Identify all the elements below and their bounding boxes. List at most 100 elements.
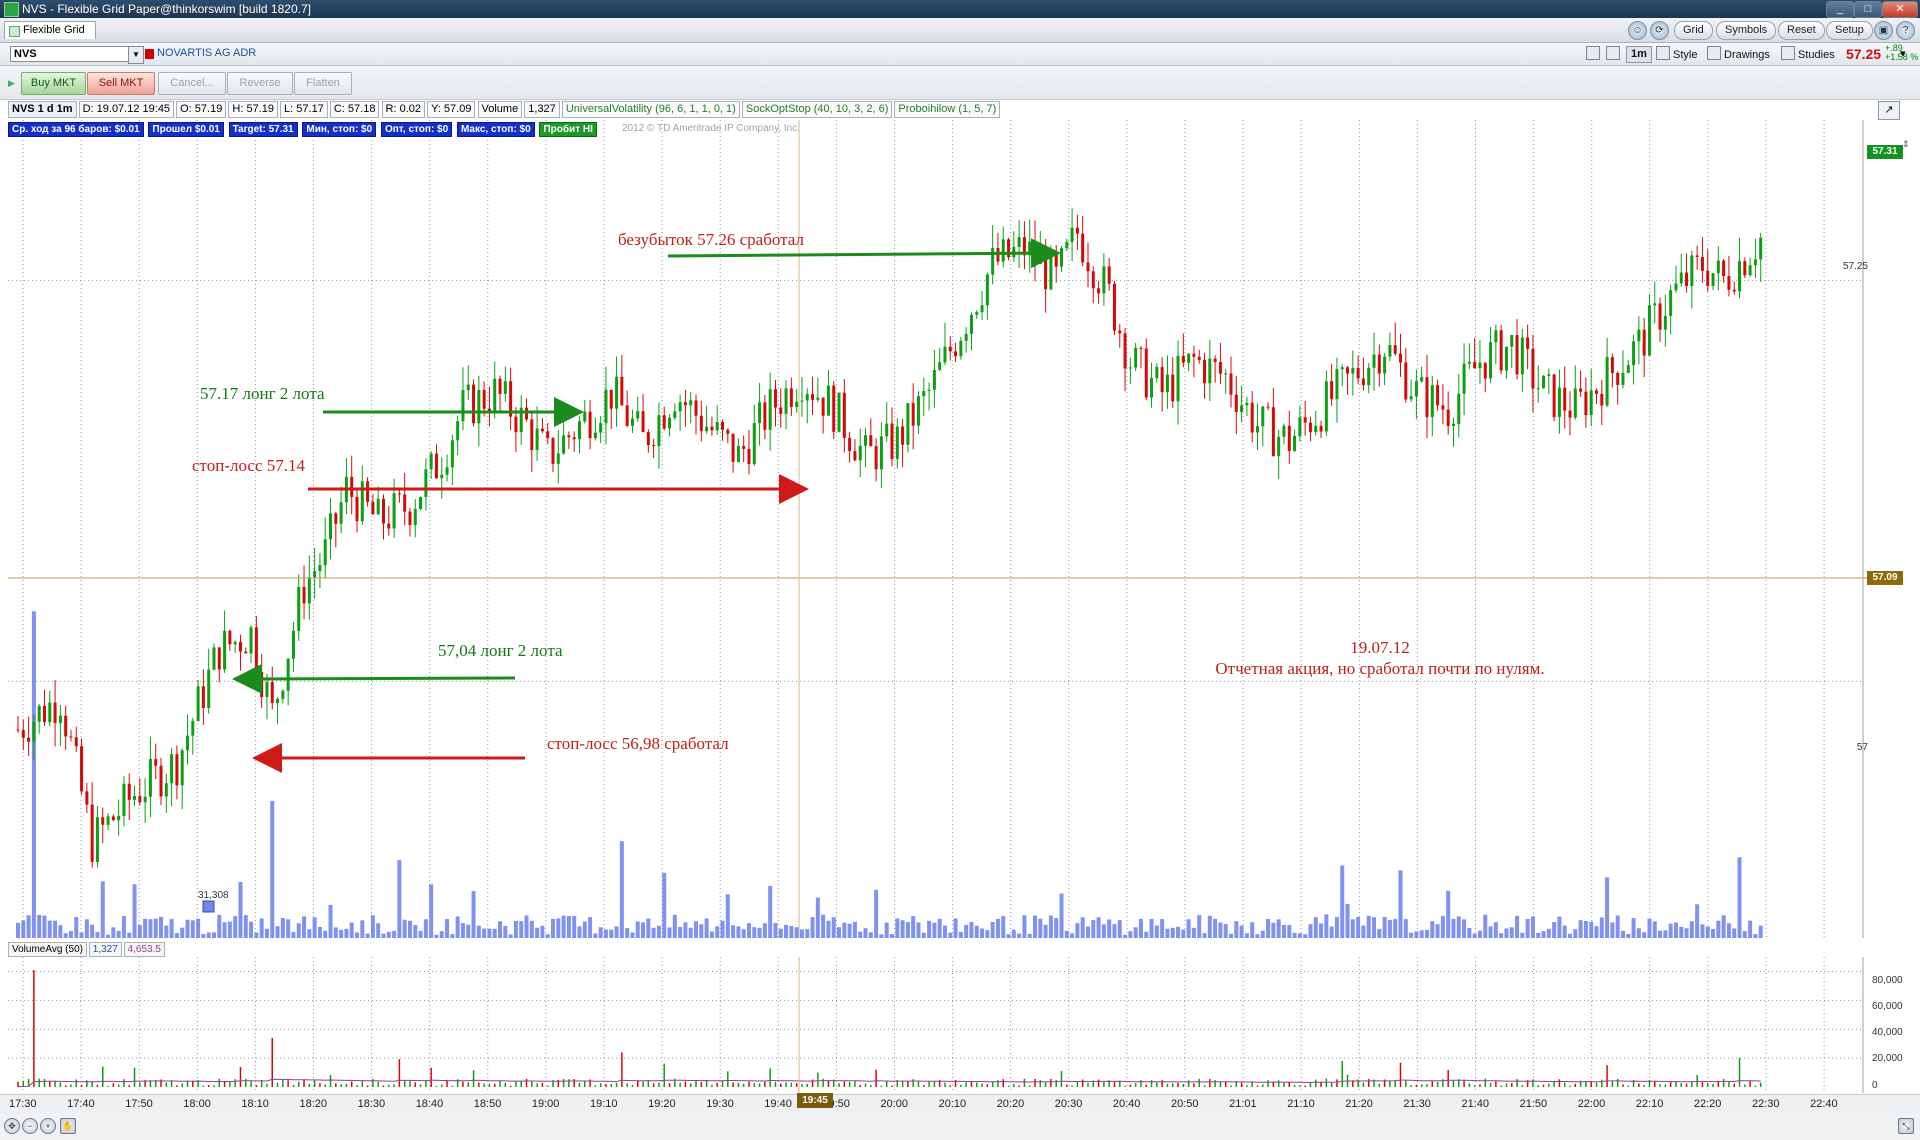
symbols-button[interactable]: Symbols — [1716, 21, 1777, 40]
volume-bar — [111, 927, 116, 938]
window-title: NVS - Flexible Grid Paper@thinkorswim [b… — [22, 2, 311, 16]
volume-bar — [704, 918, 709, 938]
candle-body — [1261, 406, 1265, 427]
price-chart[interactable]: 57.25 57 31,308 — [8, 120, 1868, 938]
candle-body — [403, 494, 407, 512]
annotation-stop1: стоп-лосс 57.14 — [192, 456, 306, 475]
volume-bar — [1292, 932, 1297, 938]
minimize-button[interactable]: _ — [1826, 1, 1854, 18]
volume-bar — [1525, 919, 1530, 938]
candle-body — [1187, 353, 1191, 363]
volume-bar — [1239, 925, 1244, 938]
setup-button[interactable]: Setup — [1826, 21, 1873, 40]
candle-body — [64, 715, 68, 737]
sell-mkt-button[interactable]: Sell MKT — [87, 72, 155, 95]
candle-body — [1700, 257, 1704, 271]
candle-body — [938, 362, 942, 370]
volume-bar — [609, 929, 614, 938]
volume-bar — [47, 920, 52, 938]
candle-body — [710, 426, 714, 431]
close-button[interactable]: ✕ — [1882, 1, 1918, 18]
candle-body — [901, 426, 905, 445]
candle-body — [1075, 227, 1079, 234]
crosshair-tool-icon[interactable] — [1586, 46, 1603, 61]
time-label: 22:20 — [1693, 1098, 1722, 1110]
volume-bar — [1255, 934, 1260, 938]
volume-bar — [1711, 929, 1716, 938]
expand-icon[interactable]: ⤡ — [1898, 1118, 1914, 1134]
candle-body — [1160, 367, 1164, 393]
candle-body — [1589, 390, 1593, 416]
study-proboihilow[interactable]: Proboihilow (1, 5, 7) — [894, 101, 1001, 118]
hand-icon[interactable]: ✋ — [60, 1118, 76, 1134]
drawings-button[interactable]: Drawings — [1707, 46, 1770, 61]
candle-body — [456, 421, 460, 441]
grid-button[interactable]: Grid — [1674, 21, 1713, 40]
candle-body — [832, 385, 836, 432]
user-icon[interactable]: ☺ — [1628, 21, 1647, 40]
volume-bar — [407, 920, 412, 938]
candle-body — [1616, 372, 1620, 385]
volume-bar — [466, 924, 471, 938]
help-icon[interactable]: ? — [1896, 21, 1915, 40]
menu-icon[interactable]: ▾ — [1900, 47, 1906, 62]
volume-bar — [678, 926, 683, 938]
style-button[interactable]: Style — [1656, 46, 1697, 61]
chart-settings-icon[interactable]: ↗ — [1878, 101, 1900, 120]
candle-body — [244, 651, 248, 654]
tab-flexible-grid[interactable]: Flexible Grid — [4, 21, 96, 39]
aggregation-button[interactable]: 1m — [1626, 46, 1652, 63]
symbol-dropdown-icon[interactable]: ▼ — [128, 46, 144, 64]
volume-bar — [95, 932, 100, 938]
candle-body — [392, 493, 396, 529]
candle-body — [1208, 358, 1212, 384]
expand-arrow-icon[interactable]: ▶ — [8, 78, 15, 89]
volume-study-name[interactable]: VolumeAvg (50) — [8, 942, 87, 957]
detach-icon[interactable]: ▣ — [1874, 21, 1893, 40]
pin-tool-icon[interactable] — [1606, 46, 1623, 61]
symbol-input[interactable]: NVS — [10, 46, 132, 62]
candle-body — [916, 396, 920, 426]
candle-body — [1171, 374, 1175, 402]
candle-body — [95, 817, 99, 862]
candle-body — [874, 446, 878, 470]
study-sockoptstop[interactable]: SockOptStop (40, 10, 3, 2, 6) — [741, 101, 893, 118]
tab-label: Flexible Grid — [23, 24, 85, 36]
chart-symbol[interactable]: NVS 1 d 1m — [8, 101, 77, 118]
volume-bar — [434, 934, 439, 938]
candle-body — [1240, 405, 1244, 412]
candle-body — [1282, 425, 1286, 437]
candle-body — [318, 565, 322, 572]
candle-body — [466, 384, 470, 391]
volume-bar — [42, 915, 47, 938]
studies-button[interactable]: Studies — [1781, 46, 1835, 61]
flatten-button[interactable]: Flatten — [294, 72, 352, 95]
volume-chart[interactable]: 80,000 60,000 40,000 20,000 0 — [8, 957, 1920, 1093]
reverse-button[interactable]: Reverse — [227, 72, 293, 95]
volume-bar — [953, 918, 958, 938]
collapse-arrows-icon[interactable]: ⇕ — [1902, 139, 1916, 157]
bar-open: O: 57.19 — [176, 101, 227, 118]
candle-body — [853, 451, 857, 461]
cancel-button[interactable]: Cancel... — [158, 72, 226, 95]
volume-bar — [1303, 934, 1308, 938]
candle-body — [42, 705, 46, 723]
zoom-in-icon[interactable]: + — [40, 1118, 56, 1134]
sync-icon[interactable]: ⟳ — [1650, 21, 1669, 40]
candle-body — [546, 431, 550, 439]
candle-body — [323, 539, 327, 566]
buy-mkt-button[interactable]: Buy MKT — [21, 72, 86, 95]
candle-body — [80, 746, 84, 792]
zoom-out-icon[interactable]: − — [22, 1118, 38, 1134]
volume-bar — [1123, 934, 1128, 938]
volume-bar — [847, 923, 852, 938]
pan-icon[interactable]: ✥ — [4, 1118, 20, 1134]
candle-body — [217, 647, 221, 670]
maximize-button[interactable]: □ — [1854, 1, 1882, 18]
volume-bar — [1176, 926, 1181, 938]
candle-body — [895, 426, 899, 460]
reset-button[interactable]: Reset — [1778, 21, 1825, 40]
candle-body — [1425, 377, 1429, 418]
volume-bar — [1170, 927, 1175, 938]
study-universal-volatility[interactable]: UniversalVolatility (96, 6, 1, 1, 0, 1) — [561, 101, 740, 118]
